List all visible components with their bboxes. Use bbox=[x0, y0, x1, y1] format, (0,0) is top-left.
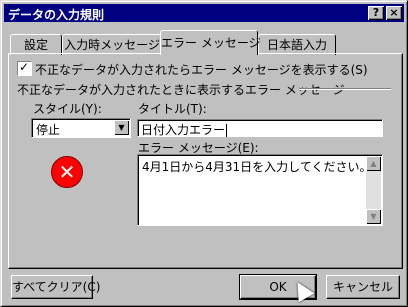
cancel-button[interactable]: キャンセル bbox=[326, 275, 400, 299]
title-bar[interactable]: データの入力規則 ? × bbox=[4, 4, 404, 22]
tab-settings[interactable]: 設定 bbox=[10, 34, 62, 55]
close-button[interactable]: × bbox=[386, 6, 402, 20]
help-button[interactable]: ? bbox=[368, 6, 384, 20]
show-error-checkbox[interactable] bbox=[17, 60, 32, 76]
dialog-window: データの入力規則 ? × 設定 入力時メッセージ エラー メッセージ 日本語入力… bbox=[0, 0, 408, 307]
tab-ime[interactable]: 日本語入力 bbox=[258, 34, 336, 55]
text-caret bbox=[226, 124, 228, 137]
error-message-value: 4月1日から4月31日を入力してください。 bbox=[142, 160, 372, 174]
vertical-scrollbar[interactable]: ▲ ▼ bbox=[366, 156, 381, 224]
scroll-up-icon[interactable]: ▲ bbox=[366, 156, 381, 171]
tab-input-message[interactable]: 入力時メッセージ bbox=[62, 34, 162, 55]
title-input[interactable]: 日付入力エラー bbox=[137, 119, 383, 137]
scroll-down-icon[interactable]: ▼ bbox=[366, 209, 381, 224]
chevron-down-icon[interactable]: ▼ bbox=[114, 120, 129, 135]
group-divider bbox=[299, 88, 391, 90]
style-selected-value: 停止 bbox=[36, 123, 61, 137]
title-label: タイトル(T): bbox=[138, 102, 207, 116]
tab-error-message[interactable]: エラー メッセージ bbox=[160, 30, 261, 55]
title-input-value: 日付入力エラー bbox=[141, 123, 226, 137]
style-label: スタイル(Y): bbox=[33, 102, 102, 116]
style-select[interactable]: 停止 ▼ bbox=[31, 118, 131, 138]
stop-error-icon: ✕ bbox=[51, 156, 83, 188]
group-label: 不正なデータが入力されたときに表示するエラー メッセージ bbox=[17, 83, 345, 97]
show-error-checkbox-label[interactable]: 不正なデータが入力されたらエラー メッセージを表示する(S) bbox=[35, 61, 368, 78]
clear-all-button[interactable]: すべてクリア(C) bbox=[11, 275, 100, 299]
error-message-textarea[interactable]: 4月1日から4月31日を入力してください。 ▲ ▼ bbox=[137, 154, 383, 226]
window-title: データの入力規則 bbox=[8, 8, 105, 22]
